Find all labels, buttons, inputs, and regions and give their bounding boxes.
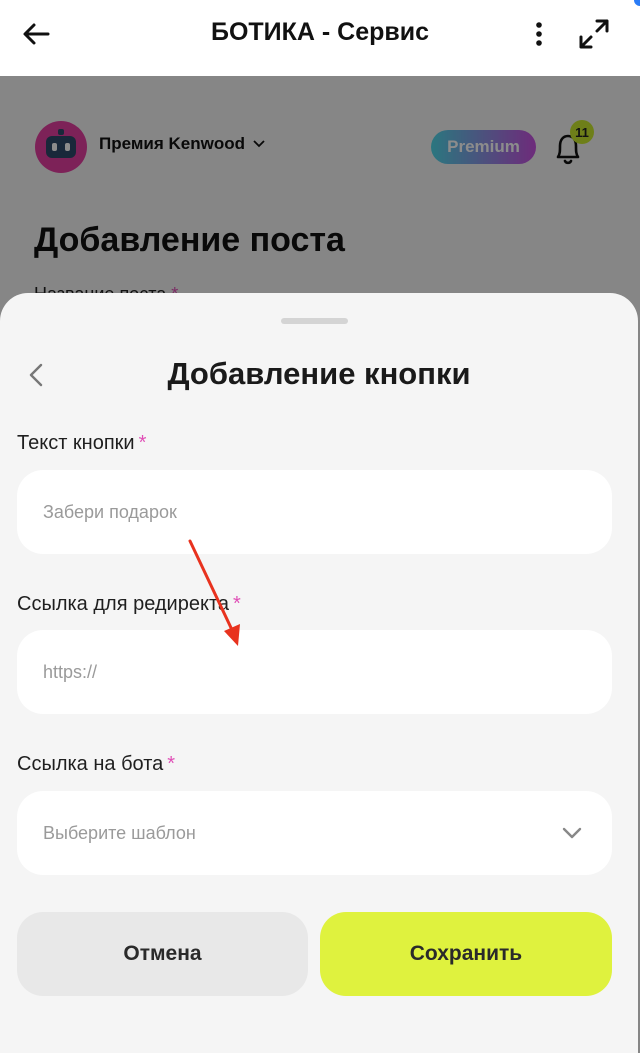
corner-indicator <box>634 0 640 6</box>
expand-icon <box>579 19 609 49</box>
expand-button[interactable] <box>574 14 614 54</box>
add-button-sheet: Добавление кнопки Текст кнопки* Ссылка д… <box>0 293 638 1053</box>
redirect-link-input[interactable] <box>43 661 612 683</box>
app-bar: БОТИКА - Сервис <box>0 0 640 76</box>
chevron-down-icon <box>562 827 582 839</box>
button-text-label: Текст кнопки * <box>17 432 147 454</box>
kebab-menu-icon <box>536 22 542 46</box>
save-button[interactable]: Сохранить <box>320 912 612 996</box>
bot-template-placeholder: Выберите шаблон <box>43 822 196 843</box>
button-text-input[interactable] <box>43 501 612 523</box>
redirect-link-field[interactable] <box>17 630 612 714</box>
button-text-field[interactable] <box>17 470 612 554</box>
more-menu-button[interactable] <box>524 16 554 52</box>
sheet-title: Добавление кнопки <box>167 356 471 391</box>
sheet-drag-handle[interactable] <box>281 318 348 324</box>
cancel-button[interactable]: Отмена <box>17 912 308 996</box>
bot-template-select[interactable]: Выберите шаблон <box>17 791 612 875</box>
redirect-link-label: Ссылка для редиректа * <box>17 593 241 615</box>
bot-link-label: Ссылка на бота * <box>17 753 176 775</box>
